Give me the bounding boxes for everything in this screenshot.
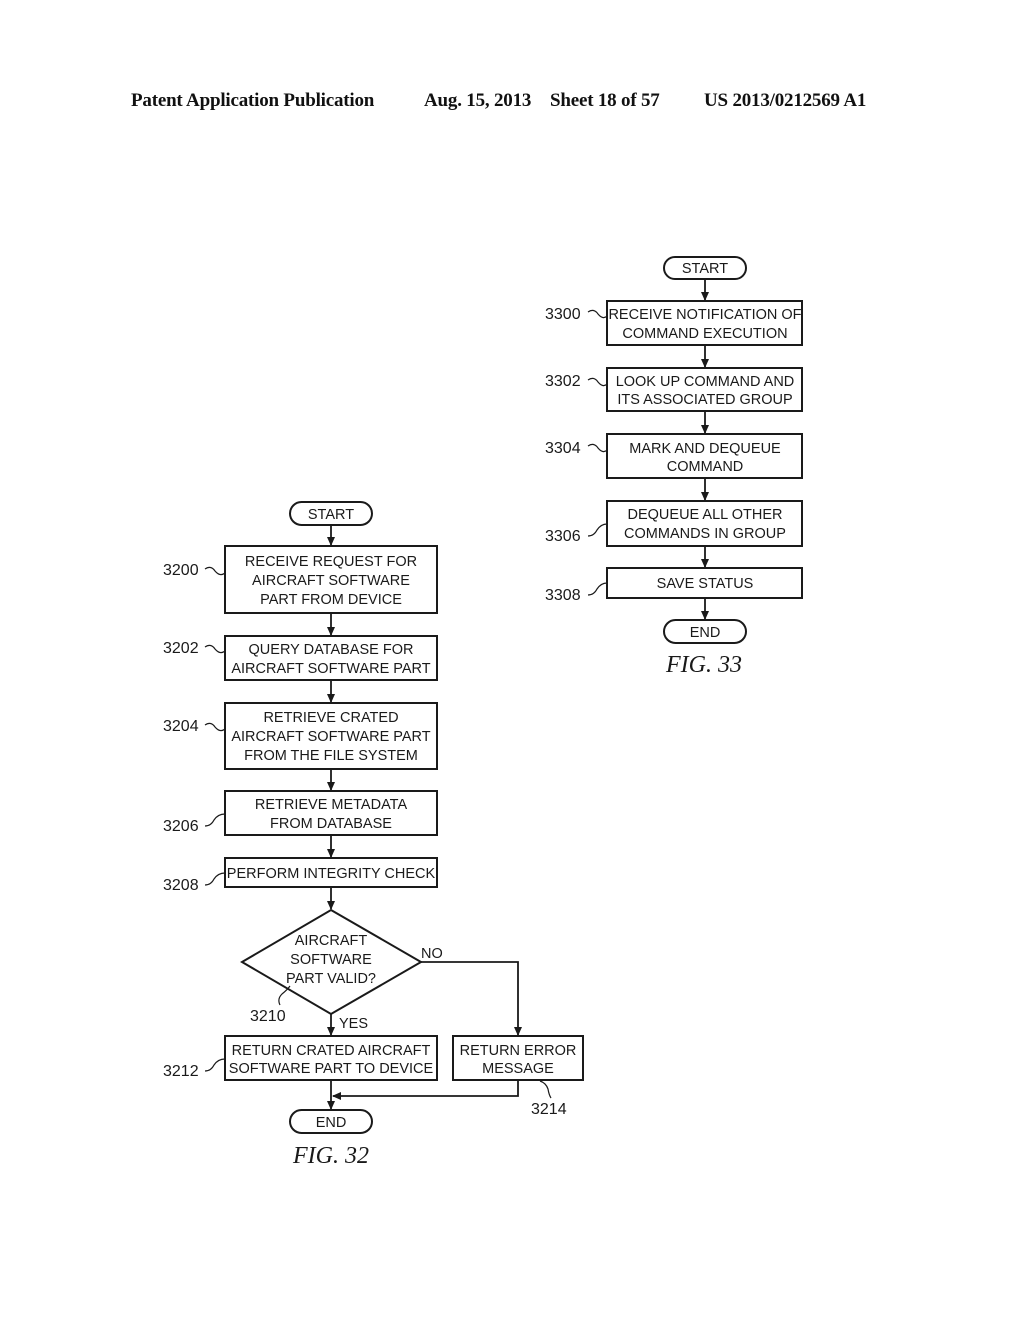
step-text-line: LOOK UP COMMAND AND — [616, 374, 795, 390]
fig32-caption: FIG. 32 — [292, 1143, 369, 1169]
step-text-line: FROM THE FILE SYSTEM — [244, 748, 418, 764]
fig32-step-3212: RETURN CRATED AIRCRAFT SOFTWARE PART TO … — [163, 1035, 438, 1081]
step-ref-number: 3306 — [545, 528, 581, 545]
step-text-line: COMMANDS IN GROUP — [624, 526, 786, 542]
decision-no-label: NO — [421, 946, 443, 962]
fig32-start-terminal: START — [289, 501, 373, 526]
decision-yes-label: YES — [339, 1016, 368, 1032]
step-text-line: AIRCRAFT SOFTWARE PART — [231, 661, 430, 677]
step-text-line: ITS ASSOCIATED GROUP — [617, 392, 792, 408]
step-text-line: AIRCRAFT SOFTWARE — [252, 573, 410, 589]
fig32-flowchart: START RECEIVE REQUEST FOR AIRCRAFT SOFTW… — [163, 501, 584, 1169]
fig33-end-label: END — [690, 625, 721, 641]
step-ref-number: 3304 — [545, 440, 581, 457]
step-ref-number: 3208 — [163, 877, 199, 894]
step-text-line: RETRIEVE CRATED — [263, 710, 398, 726]
step-text-line: COMMAND — [667, 459, 744, 475]
fig32-step-3204: RETRIEVE CRATED AIRCRAFT SOFTWARE PART F… — [163, 702, 438, 770]
fig32-end-terminal: END — [289, 1109, 373, 1134]
step-text-line: DEQUEUE ALL OTHER — [628, 507, 783, 523]
step-text-line: FROM DATABASE — [270, 816, 392, 832]
step-ref-number: 3200 — [163, 562, 199, 579]
step-text-line: AIRCRAFT SOFTWARE PART — [231, 729, 430, 745]
leader-line — [204, 872, 226, 886]
step-text-line: RETURN ERROR — [460, 1043, 577, 1059]
step-ref-number: 3214 — [531, 1101, 567, 1118]
fig32-merge-arrow — [332, 1080, 519, 1100]
fig33-start-terminal: START — [663, 256, 747, 280]
step-text-line: SAVE STATUS — [657, 576, 754, 592]
fig32-step-3202: QUERY DATABASE FOR AIRCRAFT SOFTWARE PAR… — [163, 635, 438, 681]
step-text-line: COMMAND EXECUTION — [622, 326, 787, 342]
step-ref-number: 3206 — [163, 818, 199, 835]
fig33-flowchart: START RECEIVE NOTIFICATION OF COMMAND EX… — [545, 256, 803, 678]
leader-line — [539, 1080, 552, 1099]
fig33-start-label: START — [682, 261, 728, 277]
fig33-step-3306: DEQUEUE ALL OTHER COMMANDS IN GROUP 3306 — [545, 500, 803, 547]
leader-line — [204, 566, 226, 576]
fig32-step-3200: RECEIVE REQUEST FOR AIRCRAFT SOFTWARE PA… — [163, 545, 438, 614]
step-text-line: RETURN CRATED AIRCRAFT — [232, 1043, 431, 1059]
fig33-end-terminal: END — [663, 619, 747, 644]
leader-line — [587, 582, 608, 596]
fig33-step-3308: SAVE STATUS 3308 — [545, 567, 803, 604]
step-text-line: PERFORM INTEGRITY CHECK — [227, 866, 436, 882]
decision-text-line: PART VALID? — [286, 971, 376, 987]
fig32-no-arrow — [421, 961, 522, 1036]
flowchart-canvas: START RECEIVE NOTIFICATION OF COMMAND EX… — [163, 256, 803, 1169]
leader-line — [204, 1058, 226, 1072]
step-ref-number: 3302 — [545, 373, 581, 390]
decision-ref-number: 3210 — [250, 1008, 286, 1025]
leader-line — [587, 377, 608, 387]
fig32-decision-3210: AIRCRAFT SOFTWARE PART VALID? 3210 NO YE… — [240, 908, 443, 1032]
step-text-line: MESSAGE — [482, 1061, 554, 1077]
step-text-line: PART FROM DEVICE — [260, 592, 402, 608]
fig33-caption: FIG. 33 — [665, 652, 742, 678]
decision-text-line: AIRCRAFT — [295, 933, 368, 949]
leader-line — [587, 309, 608, 319]
step-ref-number: 3202 — [163, 640, 199, 657]
step-text-line: RETRIEVE METADATA — [255, 797, 408, 813]
fig32-start-label: START — [308, 507, 354, 523]
step-ref-number: 3212 — [163, 1063, 199, 1080]
leader-line — [278, 985, 291, 1006]
leader-line — [587, 443, 608, 453]
step-text-line: MARK AND DEQUEUE — [629, 441, 781, 457]
leader-line — [587, 523, 608, 537]
fig33-step-3302: LOOK UP COMMAND AND ITS ASSOCIATED GROUP… — [545, 367, 803, 412]
step-ref-number: 3300 — [545, 306, 581, 323]
leader-line — [204, 644, 226, 654]
fig32-step-3208: PERFORM INTEGRITY CHECK 3208 — [163, 857, 438, 894]
leader-line — [204, 813, 226, 827]
leader-line — [204, 722, 226, 732]
step-text-line: SOFTWARE PART TO DEVICE — [229, 1061, 434, 1077]
step-text-line: QUERY DATABASE FOR — [249, 642, 414, 658]
fig33-step-3304: MARK AND DEQUEUE COMMAND 3304 — [545, 433, 803, 479]
step-ref-number: 3204 — [163, 718, 199, 735]
fig32-step-3214: RETURN ERROR MESSAGE 3214 — [452, 1035, 584, 1118]
step-text-line: RECEIVE REQUEST FOR — [245, 554, 417, 570]
fig32-end-label: END — [316, 1115, 347, 1131]
step-text-line: RECEIVE NOTIFICATION OF — [608, 307, 801, 323]
decision-text-line: SOFTWARE — [290, 952, 372, 968]
fig32-step-3206: RETRIEVE METADATA FROM DATABASE 3206 — [163, 790, 438, 836]
fig33-step-3300: RECEIVE NOTIFICATION OF COMMAND EXECUTIO… — [545, 300, 803, 346]
step-ref-number: 3308 — [545, 587, 581, 604]
